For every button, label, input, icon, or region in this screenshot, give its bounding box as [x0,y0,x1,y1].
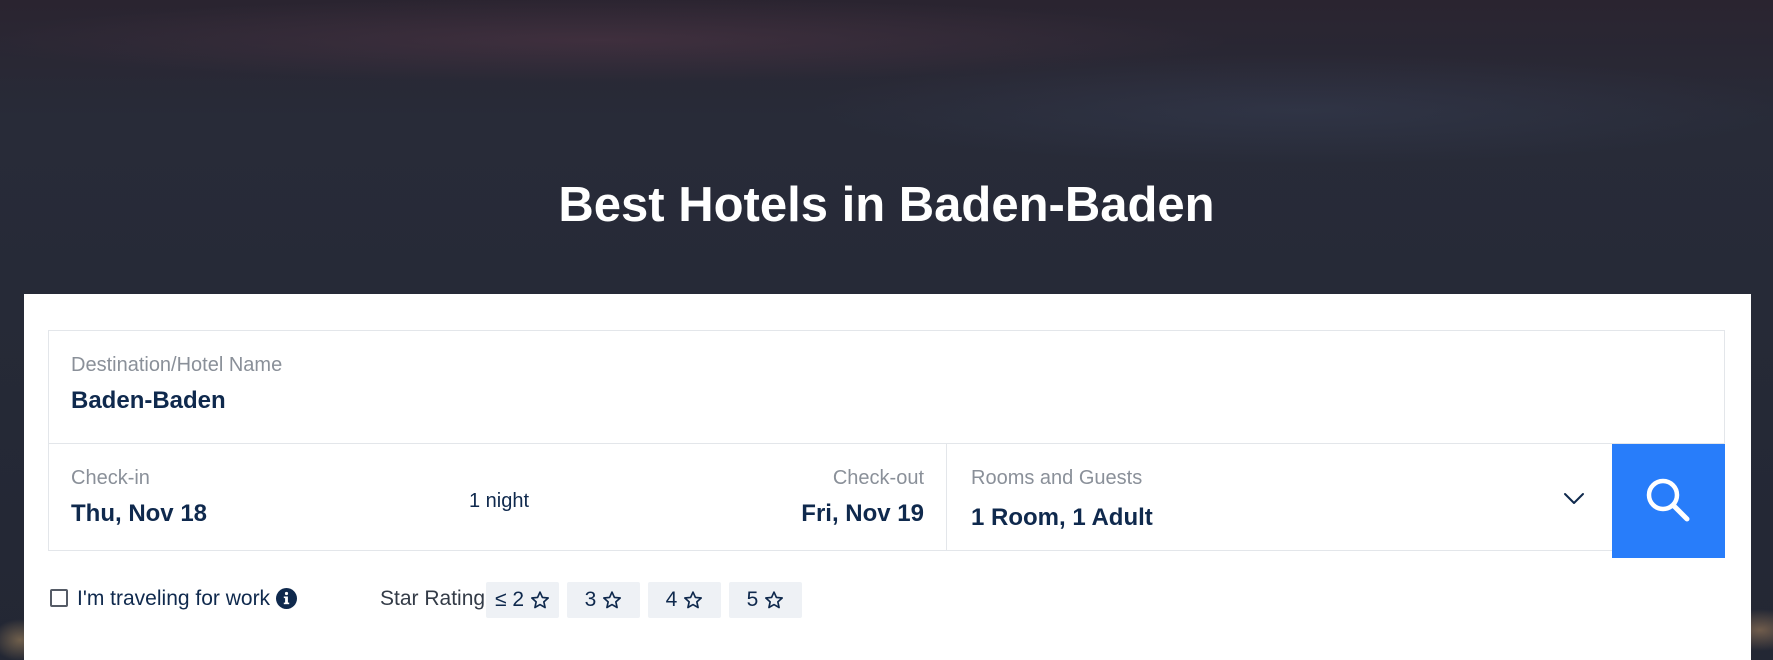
chevron-down-icon[interactable] [1562,486,1586,510]
star-chip-label: 4 [665,588,678,611]
search-options-row: I'm traveling for work Star Rating ≤ 2 3… [50,582,950,618]
check-in-value: Thu, Nov 18 [71,500,208,527]
star-chip-4[interactable]: 4 [648,582,721,618]
destination-input[interactable]: Baden-Baden [71,387,226,415]
star-chip-label: 3 [584,588,597,611]
dates-field: Check-in Thu, Nov 18 1 night Check-out F… [49,444,947,550]
star-chip-3[interactable]: 3 [567,582,640,618]
search-button[interactable] [1612,444,1725,558]
search-icon [1646,478,1690,522]
check-in-label: Check-in [71,467,150,489]
check-out-label: Check-out [832,467,924,489]
destination-label: Destination/Hotel Name [71,354,283,376]
star-chip-5[interactable]: 5 [729,582,802,618]
star-outline-icon [603,591,622,609]
star-chip-label: 5 [746,588,759,611]
star-outline-icon [684,591,703,609]
destination-field[interactable]: Destination/Hotel Name Baden-Baden [49,331,1724,444]
rooms-guests-label: Rooms and Guests [971,467,1143,489]
check-out-value: Fri, Nov 19 [801,500,924,527]
check-in-field[interactable]: Check-in Thu, Nov 18 [49,444,429,550]
star-chip-label: ≤ 2 [494,588,525,611]
star-chip-2-or-less[interactable]: ≤ 2 [486,582,559,618]
search-form: Destination/Hotel Name Baden-Baden Check… [48,330,1725,551]
work-travel-label[interactable]: I'm traveling for work [77,587,270,611]
nights-count: 1 night [469,490,530,512]
hotel-search-card: Destination/Hotel Name Baden-Baden Check… [24,294,1751,660]
rooms-guests-value: 1 Room, 1 Adult [971,504,1153,531]
rooms-guests-field[interactable]: Rooms and Guests 1 Room, 1 Adult [947,444,1610,550]
page-title: Best Hotels in Baden-Baden [558,178,1215,232]
info-icon[interactable] [276,588,297,609]
star-rating-label: Star Rating [380,587,486,610]
star-outline-icon [531,591,550,609]
check-out-field[interactable]: Check-out Fri, Nov 19 [566,444,946,550]
star-outline-icon [765,591,784,609]
work-travel-checkbox[interactable] [50,589,68,607]
